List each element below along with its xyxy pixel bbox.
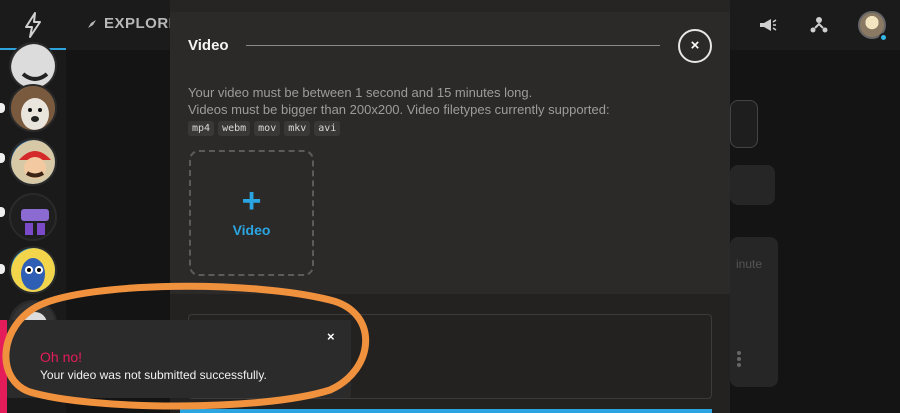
megaphone-icon[interactable] xyxy=(756,14,778,36)
character-icon xyxy=(11,248,55,292)
toast-message: Your video was not submitted successfull… xyxy=(40,368,267,382)
upload-video-dropzone[interactable]: + Video xyxy=(189,150,314,276)
server-unread-pip xyxy=(0,153,5,163)
background-input xyxy=(730,100,758,148)
server-icon-1[interactable] xyxy=(9,42,57,90)
title-divider xyxy=(246,45,660,46)
server-unread-pip xyxy=(0,103,5,113)
dog-icon xyxy=(11,86,55,130)
modal-title: Video xyxy=(188,37,229,54)
server-icon-2[interactable] xyxy=(9,84,57,132)
toast-title: Oh no! xyxy=(40,349,83,365)
filetype-chip: mp4 xyxy=(188,121,215,136)
close-icon: × xyxy=(690,37,700,54)
video-size-requirement: Videos must be bigger than 200x200. Vide… xyxy=(188,102,610,117)
background-card xyxy=(730,165,775,205)
explore-nav-link[interactable]: EXPLORE xyxy=(86,15,179,32)
among-us-icon xyxy=(11,195,55,239)
submit-bar[interactable] xyxy=(180,409,712,413)
background-card: inute xyxy=(730,237,778,387)
close-modal-button[interactable]: × xyxy=(678,29,712,63)
filetype-chip: avi xyxy=(314,121,341,136)
server-icon-5[interactable] xyxy=(9,246,57,294)
toast-accent-bar xyxy=(0,320,7,413)
mario-icon xyxy=(11,140,55,184)
plus-icon: + xyxy=(241,182,262,220)
video-length-requirement: Your video must be between 1 second and … xyxy=(188,85,533,100)
server-icon-4[interactable] xyxy=(9,193,57,241)
bolt-icon[interactable] xyxy=(18,10,48,40)
close-icon[interactable]: × xyxy=(327,329,335,344)
filetype-chip: webm xyxy=(218,121,251,136)
upload-video-label: Video xyxy=(232,222,271,238)
server-icon-3[interactable] xyxy=(9,138,57,186)
server-unread-pip xyxy=(0,207,5,217)
filetype-chip: mov xyxy=(254,121,281,136)
online-status-dot xyxy=(879,33,888,42)
server-unread-pip xyxy=(0,264,5,274)
filetype-chip: mkv xyxy=(284,121,311,136)
compass-icon xyxy=(88,20,96,28)
filetype-list: mp4 webm mov mkv avi xyxy=(188,121,341,136)
background-text: inute xyxy=(736,257,763,271)
explore-label: EXPLORE xyxy=(104,15,180,32)
people-icon[interactable] xyxy=(808,14,830,36)
modal-top-edge xyxy=(170,0,730,12)
more-vertical-icon[interactable] xyxy=(736,350,742,368)
error-toast: × Oh no! Your video was not submitted su… xyxy=(7,320,351,398)
